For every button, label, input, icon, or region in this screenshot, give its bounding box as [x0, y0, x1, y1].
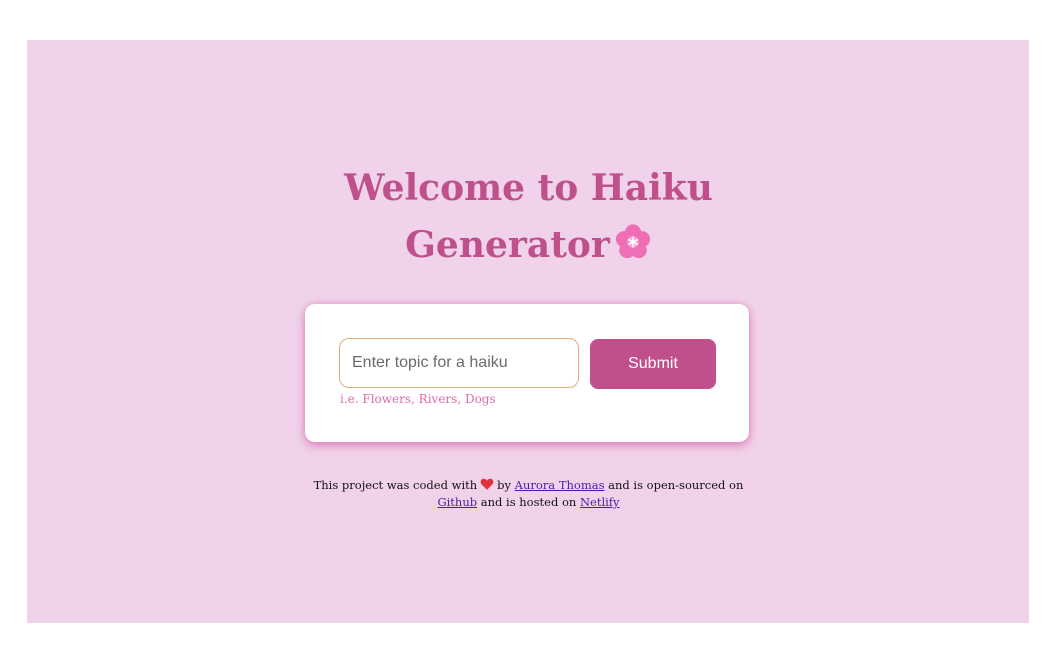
- footer-text-hosted: and is hosted on: [480, 495, 577, 509]
- title-line-2: Generator: [405, 224, 610, 266]
- page-title: Welcome to Haiku Generator: [0, 160, 1057, 278]
- netlify-link[interactable]: Netlify: [580, 495, 620, 509]
- github-link[interactable]: Github: [437, 495, 477, 509]
- haiku-form-card: Submit i.e. Flowers, Rivers, Dogs: [305, 304, 749, 442]
- input-hint: i.e. Flowers, Rivers, Dogs: [340, 392, 496, 406]
- footer-text-by: by: [497, 478, 512, 492]
- footer-text-coded: This project was coded with: [313, 478, 478, 492]
- footer: This project was coded with by Aurora Tho…: [0, 477, 1057, 510]
- author-link[interactable]: Aurora Thomas: [515, 478, 605, 492]
- footer-text-open-sourced: and is open-sourced on: [608, 478, 744, 492]
- topic-input[interactable]: [339, 338, 579, 388]
- submit-button[interactable]: Submit: [590, 339, 716, 389]
- title-line-1: Welcome to Haiku: [344, 167, 713, 209]
- cherry-blossom-icon: [614, 221, 652, 278]
- heart-icon: [480, 478, 494, 494]
